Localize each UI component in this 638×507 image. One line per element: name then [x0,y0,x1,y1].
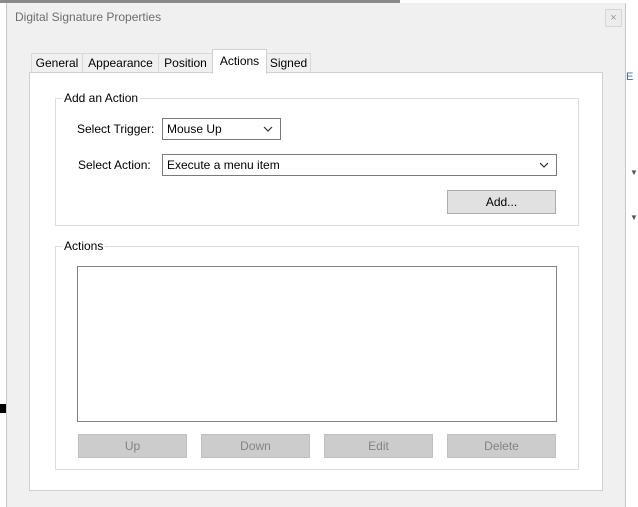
background-arrow-icon: ▼ [630,168,638,177]
add-action-button[interactable]: Add... [447,190,556,214]
select-trigger-value: Mouse Up [167,122,222,136]
background-arrow-icon: ▼ [630,213,638,222]
actions-list[interactable] [77,266,557,422]
select-trigger-dropdown[interactable]: Mouse Up [162,118,281,140]
move-up-button[interactable]: Up [78,434,187,458]
select-action-dropdown[interactable]: Execute a menu item [162,154,557,176]
chevron-down-icon [539,158,551,172]
close-button[interactable]: × [605,9,622,27]
background-text-fragment: E [626,71,634,83]
tab-signed[interactable]: Signed [266,53,311,73]
add-action-legend: Add an Action [62,91,141,105]
select-action-label: Select Action: [78,158,151,172]
close-icon: × [610,12,617,24]
actions-tab-panel: Add an Action Select Trigger: Mouse Up S… [29,72,603,491]
chevron-down-icon [263,122,275,136]
window-title: Digital Signature Properties [15,10,162,24]
actions-group: Actions Up Down Edit Delete [55,239,579,470]
digital-signature-properties-dialog: Digital Signature Properties × General A… [6,3,626,507]
delete-action-button[interactable]: Delete [447,434,556,458]
tab-appearance[interactable]: Appearance [82,53,159,73]
tab-position[interactable]: Position [158,53,213,73]
title-bar[interactable]: Digital Signature Properties × [7,3,625,33]
edit-action-button[interactable]: Edit [324,434,433,458]
tab-actions[interactable]: Actions [212,49,267,74]
select-trigger-label: Select Trigger: [77,122,155,136]
move-down-button[interactable]: Down [201,434,310,458]
add-action-group: Add an Action Select Trigger: Mouse Up S… [55,91,579,226]
select-action-value: Execute a menu item [167,158,280,172]
actions-legend: Actions [62,239,106,253]
tab-general[interactable]: General [31,53,83,73]
